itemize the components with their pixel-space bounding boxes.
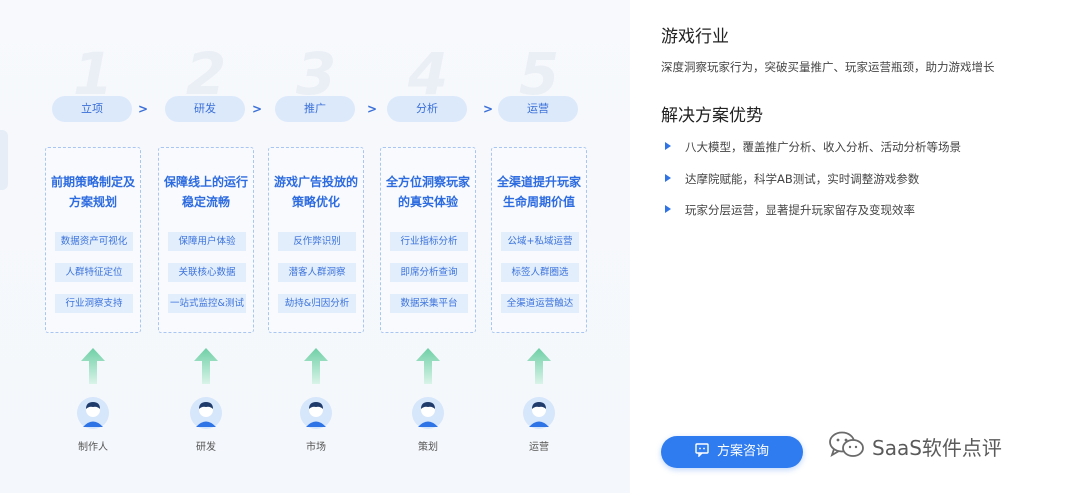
industry-flow-panel: 1 立项 前期策略制定及方案规划 数据资产可视化 人群特征定位 行业洞察支持 制…: [0, 0, 630, 493]
stage-pill-yanfa[interactable]: 研发: [165, 96, 245, 122]
user-avatar-icon: [190, 397, 222, 429]
stage-card-title: 游戏广告投放的策略优化: [273, 175, 358, 209]
bullet-triangle-icon: [665, 205, 671, 213]
advantage-item: 八大模型，覆盖推广分析、收入分析、活动分析等场景: [665, 139, 961, 155]
user-avatar-icon: [300, 397, 332, 429]
stage-card: 保障线上的运行稳定流畅 保障用户体验 关联核心数据 一站式监控&测试: [158, 147, 254, 333]
advantage-item: 玩家分层运营，显著提升玩家留存及变现效率: [665, 202, 915, 218]
industry-title: 游戏行业: [661, 27, 729, 47]
advantage-item: 达摩院赋能，科学AB测试，实时调整游戏参数: [665, 171, 919, 187]
bullet-triangle-icon: [665, 142, 671, 150]
role-label: 制作人: [78, 442, 108, 453]
stage-tag[interactable]: 标签人群圈选: [501, 263, 579, 282]
stage-pill-fenxi[interactable]: 分析: [387, 96, 467, 122]
advantage-text: 达摩院赋能，科学AB测试，实时调整游戏参数: [685, 172, 920, 186]
stage-pill-tuiguang[interactable]: 推广: [275, 96, 355, 122]
stage-card: 全渠道提升玩家生命周期价值 公域+私域运营 标签人群圈选 全渠道运营触达: [491, 147, 587, 333]
stage-tag[interactable]: 行业指标分析: [390, 232, 468, 251]
up-arrow-icon: [194, 348, 218, 384]
user-avatar-icon: [412, 397, 444, 429]
watermark: SaaS软件点评: [828, 428, 1058, 464]
stage-tag[interactable]: 全渠道运营触达: [501, 294, 579, 313]
stage-tag[interactable]: 劫持&归因分析: [278, 294, 356, 313]
bullet-triangle-icon: [665, 174, 671, 182]
stage-tag[interactable]: 保障用户体验: [168, 232, 246, 251]
stage-tag[interactable]: 即席分析查询: [390, 263, 468, 282]
stage-tag[interactable]: 反作弊识别: [278, 232, 356, 251]
user-avatar-icon: [523, 397, 555, 429]
industry-description: 深度洞察玩家行为，突破买量推广、玩家运营瓶颈，助力游戏增长: [661, 60, 995, 74]
consult-button[interactable]: 方案咨询: [661, 436, 803, 468]
stage-tag[interactable]: 数据资产可视化: [55, 232, 133, 251]
role-label: 策划: [418, 442, 438, 453]
stage-tag[interactable]: 关联核心数据: [168, 263, 246, 282]
stage-card: 前期策略制定及方案规划 数据资产可视化 人群特征定位 行业洞察支持: [45, 147, 141, 333]
stage-card-title: 保障线上的运行稳定流畅: [163, 175, 248, 209]
up-arrow-icon: [416, 348, 440, 384]
role-label: 市场: [306, 442, 326, 453]
stage-card-title: 前期策略制定及方案规划: [50, 175, 135, 209]
panel-edge-tab: [0, 130, 8, 190]
stage-column-2: 2 研发 保障线上的运行稳定流畅 保障用户体验 关联核心数据 一站式监控&测试 …: [158, 0, 254, 493]
watermark-text: SaaS软件点评: [872, 436, 1002, 460]
consult-label: 方案咨询: [716, 444, 769, 459]
stage-tag[interactable]: 数据采集平台: [390, 294, 468, 313]
stage-column-5: 5 运营 全渠道提升玩家生命周期价值 公域+私域运营 标签人群圈选 全渠道运营触…: [491, 0, 587, 493]
advantage-title: 解决方案优势: [661, 106, 763, 126]
stage-column-4: 4 分析 全方位洞察玩家的真实体验 行业指标分析 即席分析查询 数据采集平台 策…: [380, 0, 476, 493]
advantage-text: 玩家分层运营，显著提升玩家留存及变现效率: [685, 203, 915, 217]
up-arrow-icon: [304, 348, 328, 384]
stage-tag[interactable]: 行业洞察支持: [55, 294, 133, 313]
role-label: 运营: [529, 442, 549, 453]
stage-column-1: 1 立项 前期策略制定及方案规划 数据资产可视化 人群特征定位 行业洞察支持 制…: [45, 0, 141, 493]
stage-column-3: 3 推广 游戏广告投放的策略优化 反作弊识别 潜客人群洞察 劫持&归因分析 市场: [268, 0, 364, 493]
chevron-right-icon: >: [138, 102, 149, 116]
up-arrow-icon: [527, 348, 551, 384]
advantage-text: 八大模型，覆盖推广分析、收入分析、活动分析等场景: [685, 140, 961, 154]
user-avatar-icon: [77, 397, 109, 429]
stage-pill-yunying[interactable]: 运营: [498, 96, 578, 122]
stage-pill-lixiang[interactable]: 立项: [52, 96, 132, 122]
stage-tag[interactable]: 公域+私域运营: [501, 232, 579, 251]
stage-card: 全方位洞察玩家的真实体验 行业指标分析 即席分析查询 数据采集平台: [380, 147, 476, 333]
role-label: 研发: [196, 442, 216, 453]
stage-tag[interactable]: 人群特征定位: [55, 263, 133, 282]
stage-tag[interactable]: 潜客人群洞察: [278, 263, 356, 282]
stage-card-title: 全方位洞察玩家的真实体验: [385, 175, 470, 209]
chat-icon: [695, 443, 709, 458]
chevron-right-icon: >: [367, 102, 378, 116]
stage-card-title: 全渠道提升玩家生命周期价值: [496, 175, 581, 209]
chevron-right-icon: >: [252, 102, 263, 116]
stage-tag[interactable]: 一站式监控&测试: [168, 294, 246, 313]
up-arrow-icon: [81, 348, 105, 384]
stage-card: 游戏广告投放的策略优化 反作弊识别 潜客人群洞察 劫持&归因分析: [268, 147, 364, 333]
wechat-icon: [829, 431, 864, 457]
